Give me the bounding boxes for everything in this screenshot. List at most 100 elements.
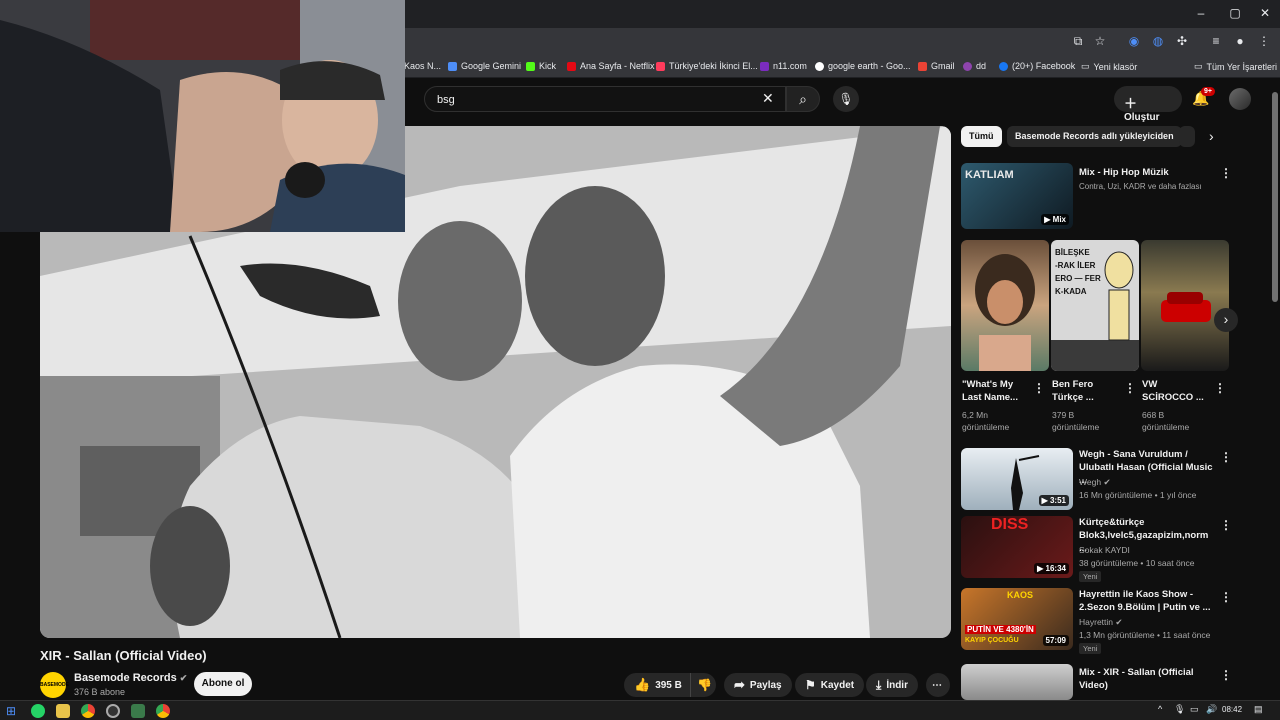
more-icon: ⋯ <box>932 679 942 691</box>
windows-start-icon[interactable]: ⊞ <box>6 704 20 718</box>
reading-list-icon[interactable]: ≡ <box>1208 34 1224 48</box>
bookmark-item[interactable]: (20+) Facebook <box>999 61 1075 71</box>
bookmark-item[interactable]: Kick <box>526 61 556 71</box>
gmail-icon <box>918 61 927 71</box>
short-thumbnail[interactable] <box>1141 240 1229 371</box>
kebab-icon[interactable]: ⋮ <box>1220 166 1232 180</box>
clear-search-icon[interactable]: ✕ <box>762 90 774 107</box>
rec-thumbnail[interactable]: DISS ▶ 16:34 <box>961 516 1073 578</box>
mix-thumbnail[interactable]: KATLIAM ▶ Mix <box>961 163 1073 229</box>
chrome-icon[interactable] <box>156 704 170 718</box>
share-button[interactable]: ➦ Paylaş <box>724 673 792 697</box>
kebab-icon[interactable]: ⋮ <box>1220 518 1232 532</box>
webcam-overlay <box>0 0 405 232</box>
file-explorer-icon[interactable] <box>56 704 70 718</box>
subscribe-button[interactable]: Abone ol <box>194 672 252 696</box>
kebab-icon[interactable]: ⋮ <box>1220 668 1232 682</box>
page-scrollbar[interactable] <box>1272 92 1278 302</box>
bookmark-item[interactable]: Türkiye'deki İkinci El... <box>656 61 758 71</box>
shorts-next-button[interactable]: › <box>1214 308 1238 332</box>
all-bookmarks[interactable]: ▭ Tüm Yer İşaretleri <box>1194 61 1277 72</box>
rec-thumbnail[interactable] <box>961 664 1073 700</box>
thumb-text: KAYIP ÇOCUĞU <box>965 637 1019 644</box>
network-icon[interactable]: ▭ <box>1190 704 1199 715</box>
rec-thumbnail[interactable]: ▶ 3:51 <box>961 448 1073 510</box>
volume-icon[interactable]: 🔊 <box>1206 704 1217 715</box>
chrome-icon[interactable] <box>81 704 95 718</box>
chip-uploader[interactable]: Basemode Records adlı yükleyiciden <box>1007 126 1182 147</box>
clock[interactable]: 08:42 <box>1222 705 1242 714</box>
plus-icon: ＋ <box>1124 96 1138 111</box>
bookmark-item[interactable]: Google Gemini <box>448 61 521 71</box>
whatsapp-icon[interactable] <box>31 704 45 718</box>
new-badge: Yeni <box>1079 643 1102 654</box>
download-icon: ⤓ <box>876 677 882 692</box>
short-thumbnail[interactable]: BİLEŞKE -RAK İLER ERO — FER K-KADA <box>1051 240 1139 371</box>
kebab-icon[interactable]: ⋮ <box>1124 381 1136 395</box>
maximize-button[interactable]: ▢ <box>1220 6 1250 20</box>
notifications-tray-icon[interactable]: ▤ <box>1254 704 1263 715</box>
channel-avatar[interactable]: BASEMODE <box>40 672 69 698</box>
thumb-text: KATLIAM <box>965 169 1014 181</box>
more-actions-button[interactable]: ⋯ <box>926 673 950 697</box>
minimize-button[interactable]: – <box>1186 6 1216 20</box>
obs-icon[interactable] <box>106 704 120 718</box>
bookmark-item[interactable]: Kaos N... <box>404 61 441 71</box>
save-button[interactable]: ⚑ Kaydet <box>795 673 865 697</box>
menu-kebab-icon[interactable]: ⋮ <box>1256 34 1272 48</box>
kebab-icon[interactable]: ⋮ <box>1214 381 1226 395</box>
search-input[interactable]: bsg <box>424 86 786 112</box>
extension-icon[interactable]: ◉ <box>1126 34 1142 48</box>
kebab-icon[interactable]: ⋮ <box>1220 450 1232 464</box>
bookmark-icon: ⚑ <box>805 678 816 692</box>
short-title[interactable]: VW SCİROCCO ... <box>1142 378 1214 404</box>
rec-title[interactable]: Mix - XIR - Sallan (Official Video) <box>1079 666 1214 692</box>
install-icon[interactable]: ⧉ <box>1070 34 1086 49</box>
bookmark-star-icon[interactable]: ☆ <box>1092 34 1108 48</box>
app-icon[interactable] <box>131 704 145 718</box>
short-thumbnail[interactable] <box>961 240 1049 371</box>
verified-icon: ✔ <box>1115 617 1123 627</box>
bookmark-item[interactable]: n11.com <box>760 61 807 71</box>
kebab-icon[interactable]: ⋮ <box>1220 590 1232 604</box>
duration-badge: ▶ 3:51 <box>1038 495 1069 506</box>
extensions-puzzle-icon[interactable]: ✣ <box>1174 34 1190 48</box>
subscriber-count: 376 B abone <box>74 687 126 697</box>
short-views: 668 Bgörüntüleme <box>1142 410 1190 432</box>
bookmark-item[interactable]: Ana Sayfa - Netflix <box>567 61 655 71</box>
voice-search-button[interactable]: 🎙 <box>833 86 859 112</box>
new-badge: Yeni <box>1079 571 1102 582</box>
rec-channel[interactable]: Sokak KAYDI <box>1079 544 1130 556</box>
dd-icon <box>963 61 972 71</box>
close-window-button[interactable]: ✕ <box>1250 6 1280 20</box>
folder-icon: ▭ <box>1194 61 1203 71</box>
channel-name[interactable]: Basemode Records ✔ <box>74 672 187 684</box>
chevron-right-icon[interactable]: › <box>1209 128 1214 144</box>
bookmark-folder[interactable]: ▭ Yeni klasör <box>1081 61 1137 72</box>
webcam-frame <box>0 0 405 232</box>
rec-channel[interactable]: Hayrettin ✔ <box>1079 616 1123 628</box>
tray-chevron-icon[interactable]: ^ <box>1158 704 1162 714</box>
rec-thumbnail[interactable]: KAOS PUTİN VE 4380'İN KAYIP ÇOCUĞU 57:09 <box>961 588 1073 650</box>
chip-all[interactable]: Tümü <box>961 126 1002 147</box>
verified-icon: ✔ <box>179 673 188 683</box>
bookmark-item[interactable]: Gmail <box>918 61 955 71</box>
download-button[interactable]: ⤓ İndir <box>866 673 918 697</box>
short-title[interactable]: "What's My Last Name... <box>962 378 1034 404</box>
mic-tray-icon[interactable]: 🎙 <box>1174 704 1185 715</box>
rec-channel[interactable]: Wegh ✔ <box>1079 476 1111 488</box>
rec-title[interactable]: Mix - Hip Hop Müzik <box>1079 166 1214 179</box>
extension-icon[interactable]: ◍ <box>1150 34 1166 48</box>
avatar[interactable] <box>1229 88 1251 110</box>
short-views: 6,2 Mn görüntüleme <box>962 410 1010 432</box>
short-title[interactable]: Ben Fero Türkçe ... <box>1052 378 1124 404</box>
create-button[interactable]: ＋ Oluştur <box>1114 86 1182 123</box>
search-button[interactable]: ⌕ <box>786 86 820 112</box>
chip-more[interactable] <box>1179 126 1195 147</box>
rec-title[interactable]: Hayrettin ile Kaos Show -2.Sezon 9.Bölüm… <box>1079 588 1214 614</box>
bookmark-item[interactable]: google earth - Goo... <box>815 61 911 71</box>
bookmark-item[interactable]: dd <box>963 61 986 71</box>
dislike-button[interactable]: 👎 <box>690 673 716 697</box>
kebab-icon[interactable]: ⋮ <box>1033 381 1045 395</box>
profile-icon[interactable]: ● <box>1232 34 1248 48</box>
